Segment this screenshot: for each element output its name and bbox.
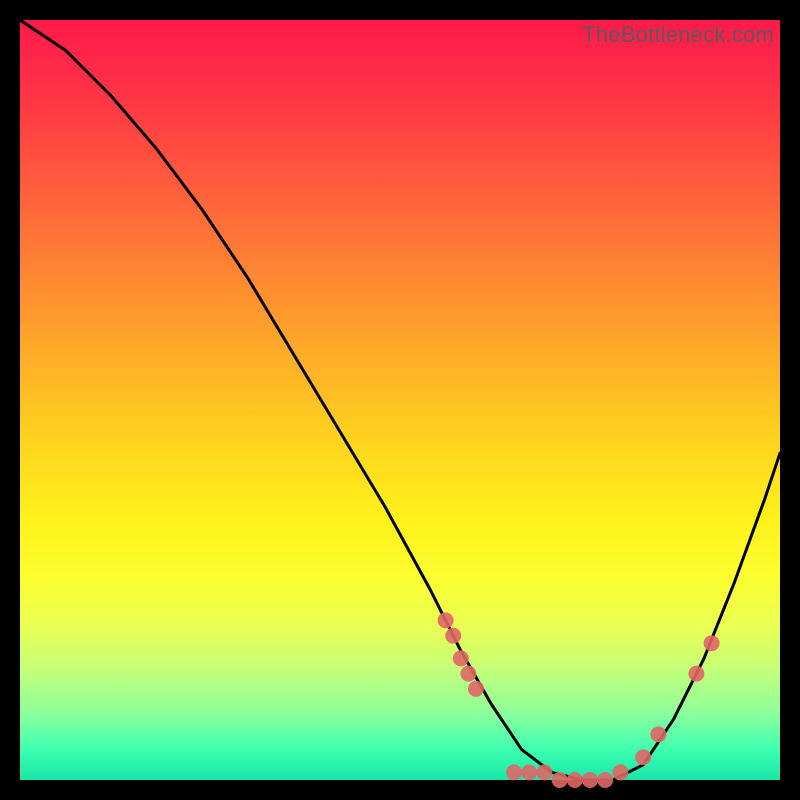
bottleneck-curve	[20, 20, 780, 780]
data-point	[704, 635, 720, 651]
data-point	[506, 764, 522, 780]
data-point	[536, 764, 552, 780]
data-point	[453, 650, 469, 666]
data-point	[567, 772, 583, 788]
data-point	[460, 666, 476, 682]
data-point	[612, 764, 628, 780]
chart-svg	[20, 20, 780, 780]
data-point	[650, 726, 666, 742]
data-point	[582, 772, 598, 788]
curve-layer	[20, 20, 780, 780]
data-point	[468, 681, 484, 697]
data-point	[445, 628, 461, 644]
data-point	[521, 764, 537, 780]
marker-layer	[438, 612, 720, 788]
data-point	[688, 666, 704, 682]
data-point	[552, 772, 568, 788]
data-point	[438, 612, 454, 628]
chart-frame: TheBottleneck.com	[20, 20, 780, 780]
data-point	[635, 749, 651, 765]
data-point	[597, 772, 613, 788]
